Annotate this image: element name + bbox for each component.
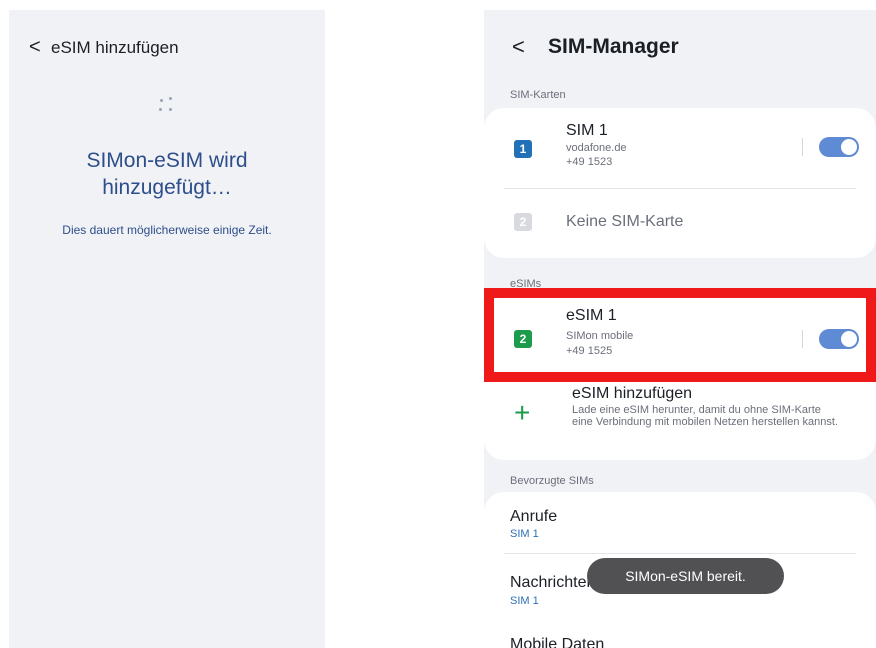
page-title: SIM-Manager <box>548 35 679 58</box>
add-esim-description: Lade eine eSIM herunter, damit du ohne S… <box>572 404 838 428</box>
preferred-calls-label: Anrufe <box>510 508 558 525</box>
sim-name: SIM 1 <box>566 122 608 139</box>
preferred-calls-value: SIM 1 <box>510 528 539 540</box>
add-esim-progress-screen: < eSIM hinzufügen SIMon-eSIM wird hinzug… <box>9 10 325 648</box>
sim-number: +49 1523 <box>566 156 613 168</box>
highlight-box <box>484 288 876 382</box>
toast-message: SIMon-eSIM bereit. <box>587 558 784 594</box>
preferred-messages-label: Nachrichten <box>510 574 596 591</box>
progress-heading-line1: SIMon-eSIM wird <box>86 149 248 172</box>
preferred-messages-value: SIM 1 <box>510 595 539 607</box>
sim-card-icon: 1 <box>514 140 532 158</box>
sim-operator: vodafone.de <box>566 142 627 154</box>
page-title: eSIM hinzufügen <box>51 37 179 57</box>
right-header: < SIM-Manager <box>512 34 679 60</box>
progress-subtitle: Dies dauert möglicherweise einige Zeit. <box>62 223 272 237</box>
sim-empty-label: Keine SIM-Karte <box>566 213 684 230</box>
loading-spinner-icon <box>159 97 175 113</box>
sim-row-2: 2 Keine SIM-Karte <box>484 190 876 250</box>
left-header: < eSIM hinzufügen <box>29 36 179 59</box>
preferred-data-label: Mobile Daten <box>510 636 605 648</box>
back-chevron-icon[interactable]: < <box>29 36 51 59</box>
preferred-row-data[interactable]: Mobile Daten <box>484 614 876 648</box>
add-esim-row[interactable]: + eSIM hinzufügen Lade eine eSIM herunte… <box>484 383 876 453</box>
section-label-sim-cards: SIM-Karten <box>510 89 566 101</box>
progress-heading: SIMon-eSIM wird hinzugefügt… <box>9 147 325 201</box>
sim-card-icon: 2 <box>514 213 532 231</box>
section-label-preferred: Bevorzugte SIMs <box>510 475 594 487</box>
add-esim-title: eSIM hinzufügen <box>572 385 693 402</box>
divider <box>504 188 856 189</box>
plus-icon: + <box>514 397 531 428</box>
back-chevron-icon[interactable]: < <box>512 34 548 60</box>
sim-row-1[interactable]: 1 SIM 1 vodafone.de +49 1523 <box>484 108 876 186</box>
divider <box>802 138 803 156</box>
sim-cards-card: 1 SIM 1 vodafone.de +49 1523 2 Keine SIM… <box>484 108 876 258</box>
sim1-toggle[interactable] <box>819 137 859 157</box>
preferred-row-calls[interactable]: Anrufe SIM 1 <box>484 492 876 552</box>
progress-heading-line2: hinzugefügt… <box>102 176 232 199</box>
